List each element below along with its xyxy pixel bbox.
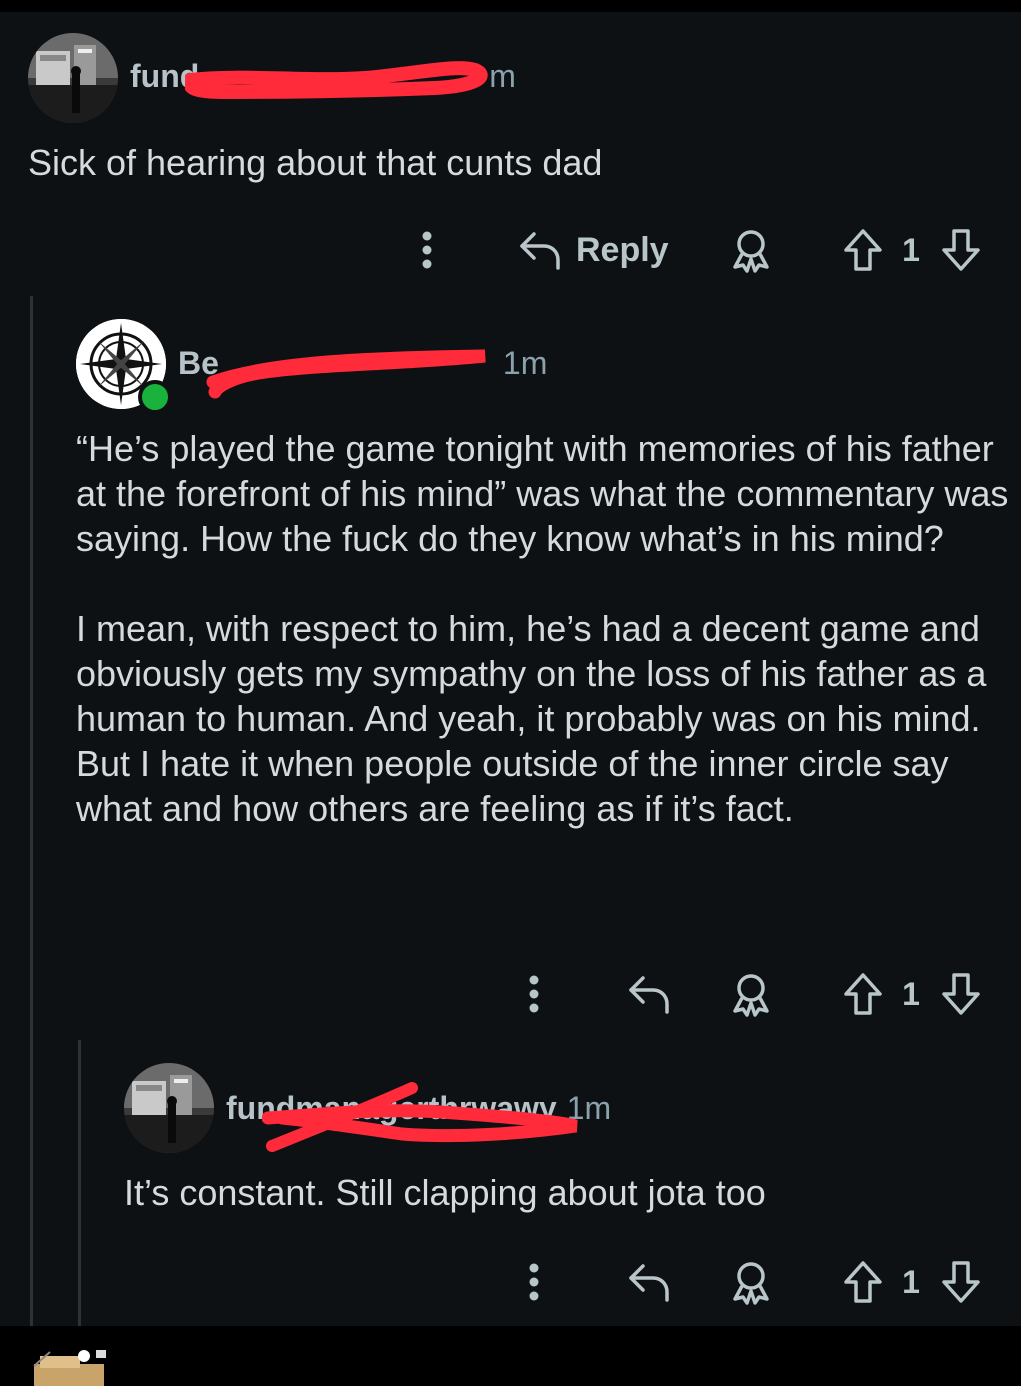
award-icon	[733, 230, 769, 273]
timestamp: m	[489, 58, 516, 94]
bottom-bar	[0, 1326, 1021, 1386]
reply-label: Reply	[576, 230, 669, 269]
award-button[interactable]	[726, 220, 776, 280]
comment-actions: 1	[0, 1252, 1021, 1312]
comment-actions: Reply 1	[0, 220, 1021, 280]
upvote-button[interactable]	[838, 220, 888, 280]
reply-icon	[629, 976, 669, 1014]
comment-paragraph: It’s constant. Still clapping about jota…	[124, 1172, 766, 1213]
avatar[interactable]	[124, 1063, 214, 1153]
comment-meta: Be 1m	[178, 345, 547, 382]
downvote-button[interactable]	[936, 220, 986, 280]
comment-paragraph: “He’s played the game tonight with memor…	[76, 428, 1009, 559]
award-icon	[733, 1262, 769, 1305]
thread-line-level-1[interactable]	[30, 296, 33, 1326]
arrow-down-icon	[942, 229, 980, 271]
comment-body: It’s constant. Still clapping about jota…	[124, 1170, 1004, 1215]
more-options-button[interactable]	[512, 1252, 556, 1312]
reply-icon	[520, 232, 560, 270]
author-name[interactable]: Be	[178, 345, 219, 381]
comment-body: “He’s played the game tonight with memor…	[76, 426, 1021, 831]
comment-actions: 1	[0, 964, 1021, 1024]
vote-count: 1	[902, 231, 920, 268]
award-button[interactable]	[726, 964, 776, 1024]
vote-count: 1	[902, 1263, 920, 1300]
author-name[interactable]: fund	[130, 58, 199, 94]
reply-button[interactable]	[624, 1252, 674, 1312]
more-vertical-icon	[529, 1263, 539, 1301]
arrow-up-icon	[844, 1261, 882, 1303]
upvote-button[interactable]	[838, 964, 888, 1024]
comment-body: Sick of hearing about that cunts dad	[28, 140, 988, 185]
award-icon	[733, 974, 769, 1017]
reply-button[interactable]	[624, 964, 674, 1024]
timestamp: 1m	[502, 345, 548, 381]
upvote-button[interactable]	[838, 1252, 888, 1312]
author-name[interactable]: fundmanagerthrwawy	[226, 1090, 557, 1126]
reply-icon	[629, 1264, 669, 1302]
arrow-up-icon	[844, 229, 882, 271]
more-vertical-icon	[529, 975, 539, 1013]
award-button[interactable]	[726, 1252, 776, 1312]
downvote-button[interactable]	[936, 1252, 986, 1312]
comment-paragraph: I mean, with respect to him, he’s had a …	[76, 608, 987, 829]
reply-button[interactable]: Reply	[518, 220, 678, 280]
comment-meta: fund m	[130, 58, 516, 95]
sticker-image	[33, 1350, 106, 1386]
comment-paragraph: Sick of hearing about that cunts dad	[28, 142, 603, 183]
arrow-up-icon	[844, 973, 882, 1015]
downvote-button[interactable]	[936, 964, 986, 1024]
avatar[interactable]	[28, 33, 118, 123]
comment-meta: fundmanagerthrwawy 1m	[226, 1090, 611, 1127]
arrow-down-icon	[942, 1261, 980, 1303]
more-options-button[interactable]	[512, 964, 556, 1024]
online-status-indicator	[138, 380, 172, 414]
vote-count: 1	[902, 975, 920, 1012]
timestamp: 1m	[566, 1090, 612, 1126]
more-vertical-icon	[422, 231, 432, 269]
more-options-button[interactable]	[405, 220, 449, 280]
arrow-down-icon	[942, 973, 980, 1015]
